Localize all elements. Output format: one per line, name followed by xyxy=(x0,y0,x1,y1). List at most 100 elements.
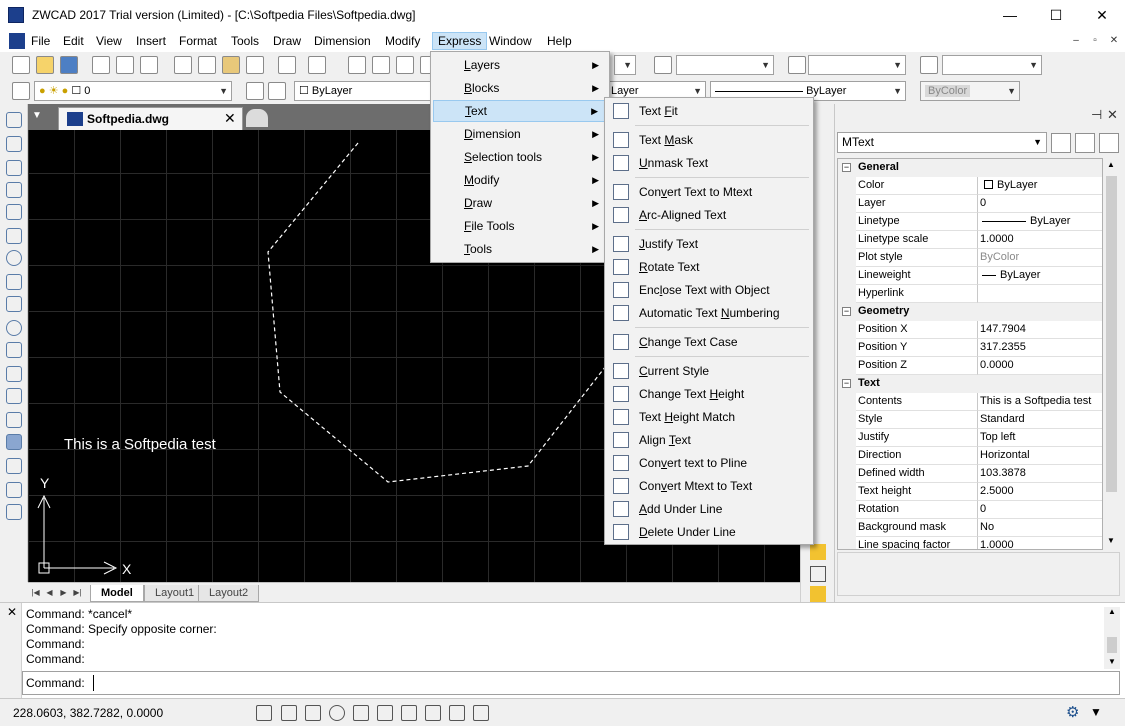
menu-help[interactable]: Help xyxy=(542,32,577,50)
line-icon[interactable] xyxy=(6,112,22,128)
layer-previous-icon[interactable] xyxy=(268,82,286,100)
property-row[interactable]: Direction Horizontal xyxy=(838,447,1102,465)
last-layout-button[interactable]: ▶| xyxy=(72,586,83,599)
command-scroll-thumb[interactable] xyxy=(1107,637,1117,653)
object-snap-icon[interactable] xyxy=(353,705,369,721)
collapse-icon[interactable]: − xyxy=(842,163,851,172)
express-menu-item[interactable]: Layers ▶ xyxy=(433,54,607,76)
print-preview-icon[interactable] xyxy=(116,56,134,74)
text-submenu-item[interactable]: Change Text Height xyxy=(607,383,811,405)
property-row[interactable]: Line spacing factor 1.0000 xyxy=(838,537,1102,549)
scroll-up-icon[interactable]: ▲ xyxy=(1108,607,1116,616)
snap-mode-icon[interactable] xyxy=(256,705,272,721)
property-value[interactable]: 0 xyxy=(978,501,1102,519)
mdi-restore-button[interactable]: ▫ xyxy=(1087,33,1103,49)
next-layout-button[interactable]: ▶ xyxy=(58,586,69,599)
gear-icon[interactable]: ⚙ xyxy=(1066,703,1079,721)
properties-scroll-thumb[interactable] xyxy=(1106,176,1117,492)
scroll-up-icon[interactable]: ▲ xyxy=(1107,160,1115,169)
close-tab-button[interactable]: ✕ xyxy=(224,110,236,127)
property-value[interactable]: 147.7904 xyxy=(978,321,1102,339)
table-style-combo[interactable]: ▼ xyxy=(808,55,906,75)
dynamic-input-icon[interactable] xyxy=(449,705,465,721)
pointer-icon[interactable] xyxy=(810,586,826,602)
property-row[interactable]: Position Y 317.2355 xyxy=(838,339,1102,357)
property-value[interactable]: Top left xyxy=(978,429,1102,447)
properties-scrollbar[interactable]: ▲ ▼ xyxy=(1103,158,1120,550)
plot-style-combo[interactable]: ByColor ▼ xyxy=(920,81,1020,101)
menu-draw[interactable]: Draw xyxy=(268,32,306,50)
layer-manager-icon[interactable] xyxy=(12,82,30,100)
property-category[interactable]: − Geometry xyxy=(838,303,1102,321)
property-row[interactable]: Style Standard xyxy=(838,411,1102,429)
text-submenu-item[interactable]: Add Under Line xyxy=(607,498,811,520)
menu-format[interactable]: Format xyxy=(174,32,222,50)
dimension-style-icon[interactable] xyxy=(654,56,672,74)
color-combo[interactable]: ☐ ByLayer xyxy=(294,81,432,101)
property-value[interactable]: 1.0000 xyxy=(978,231,1102,249)
dimension-style-combo[interactable]: ▼ xyxy=(676,55,774,75)
scroll-down-icon[interactable]: ▼ xyxy=(1107,536,1115,545)
property-value[interactable] xyxy=(978,285,1102,303)
property-value[interactable]: 1.0000 xyxy=(978,537,1102,549)
property-row[interactable]: Text height 2.5000 xyxy=(838,483,1102,501)
undo-icon[interactable] xyxy=(278,56,296,74)
property-row[interactable]: Contents This is a Softpedia test xyxy=(838,393,1102,411)
property-value[interactable]: 0 xyxy=(978,195,1102,213)
match-properties-icon[interactable] xyxy=(246,56,264,74)
text-submenu-item[interactable]: Align Text xyxy=(607,429,811,451)
property-row[interactable]: Linetype ByLayer xyxy=(838,213,1102,231)
menu-file[interactable]: File xyxy=(26,32,55,50)
new-tab-button[interactable] xyxy=(246,109,268,127)
menu-express[interactable]: Express xyxy=(432,32,488,50)
menu-insert[interactable]: Insert xyxy=(131,32,171,50)
collapse-icon[interactable]: − xyxy=(842,307,851,316)
menu-dimension[interactable]: Dimension xyxy=(309,32,376,50)
rectangle-icon[interactable] xyxy=(6,204,22,220)
menu-edit[interactable]: Edit xyxy=(58,32,89,50)
region-icon[interactable] xyxy=(6,458,22,474)
text-submenu-item[interactable]: Change Text Case xyxy=(607,331,811,353)
command-window-close-button[interactable]: ✕ xyxy=(7,605,17,619)
express-menu-item[interactable]: Modify ▶ xyxy=(433,169,607,191)
document-tab[interactable]: Softpedia.dwg ✕ xyxy=(58,107,243,130)
menu-window[interactable]: Window xyxy=(484,32,537,50)
property-value[interactable]: ByLayer xyxy=(978,267,1102,285)
table-style-icon[interactable] xyxy=(788,56,806,74)
text-submenu-item[interactable]: Text Height Match xyxy=(607,406,811,428)
scroll-down-icon[interactable]: ▼ xyxy=(1108,657,1116,666)
mtext-icon[interactable] xyxy=(6,504,22,520)
property-category[interactable]: − Text xyxy=(838,375,1102,393)
quick-select-icon[interactable] xyxy=(1099,133,1119,153)
first-layout-button[interactable]: |◀ xyxy=(30,586,41,599)
zoom-window-icon[interactable] xyxy=(396,56,414,74)
property-value[interactable]: 2.5000 xyxy=(978,483,1102,501)
canvas-mtext[interactable]: This is a Softpedia test xyxy=(64,436,216,453)
zoom-realtime-icon[interactable] xyxy=(372,56,390,74)
property-value[interactable]: ByLayer xyxy=(978,213,1102,231)
new-icon[interactable] xyxy=(12,56,30,74)
express-menu-item[interactable]: Blocks ▶ xyxy=(433,77,607,99)
property-value[interactable]: 317.2355 xyxy=(978,339,1102,357)
express-menu-item[interactable]: Draw ▶ xyxy=(433,192,607,214)
ellipse-icon[interactable] xyxy=(6,320,22,336)
command-history-scrollbar[interactable]: ▲ ▼ xyxy=(1104,607,1120,669)
revcloud-icon[interactable] xyxy=(6,274,22,290)
polyline-icon[interactable] xyxy=(6,160,22,176)
property-value[interactable]: Standard xyxy=(978,411,1102,429)
property-row[interactable]: Justify Top left xyxy=(838,429,1102,447)
express-menu-item[interactable]: Selection tools ▶ xyxy=(433,146,607,168)
property-value[interactable]: ByColor xyxy=(978,249,1102,267)
property-row[interactable]: Position X 147.7904 xyxy=(838,321,1102,339)
lineweight-display-icon[interactable] xyxy=(425,705,441,721)
pan-icon[interactable] xyxy=(348,56,366,74)
close-button[interactable]: ✕ xyxy=(1079,0,1125,30)
tab-layout2[interactable]: Layout2 xyxy=(198,585,260,602)
tab-model[interactable]: Model xyxy=(90,585,144,602)
polygon-icon[interactable] xyxy=(6,182,22,198)
property-row[interactable]: Defined width 103.3878 xyxy=(838,465,1102,483)
text-submenu-item[interactable]: Convert text to Pline xyxy=(607,452,811,474)
save-icon[interactable] xyxy=(60,56,78,74)
draw-order-icon[interactable] xyxy=(810,544,826,560)
property-category[interactable]: − General xyxy=(838,159,1102,177)
